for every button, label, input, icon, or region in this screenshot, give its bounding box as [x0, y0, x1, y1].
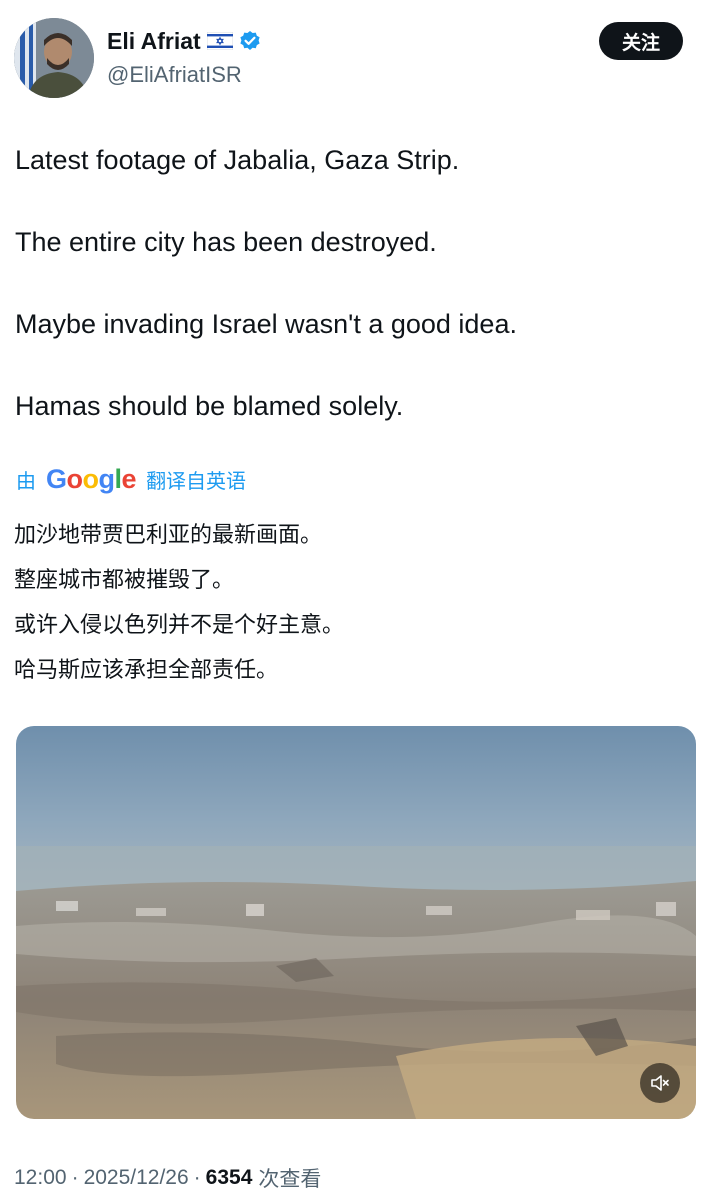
translate-suffix: 翻译自英语	[146, 470, 247, 493]
author-name-row: Eli Afriat	[107, 26, 261, 56]
translated-by-google[interactable]: 由 Google 翻译自英语	[16, 463, 246, 495]
author-name[interactable]: Eli Afriat	[107, 28, 201, 55]
avatar[interactable]	[14, 18, 94, 98]
tweet-text: Latest footage of Jabalia, Gaza Strip. T…	[15, 140, 695, 468]
translated-text-line: 整座城市都被摧毁了。	[14, 567, 235, 592]
google-logo: Google	[46, 464, 137, 494]
tweet-text-line: The entire city has been destroyed.	[15, 227, 437, 257]
video-frame	[16, 726, 696, 1119]
views-count: 6354	[205, 1166, 253, 1189]
tweet-text-line: Latest footage of Jabalia, Gaza Strip.	[15, 145, 460, 175]
follow-button[interactable]: 关注	[599, 22, 683, 60]
tweet-meta: 12:00 · 2025/12/26 · 6354 次查看	[14, 1162, 321, 1194]
tweet-date[interactable]: 2025/12/26	[84, 1166, 189, 1190]
israel-flag-icon	[206, 31, 234, 51]
translated-text-line: 哈马斯应该承担全部责任。	[14, 657, 279, 682]
muted-speaker-icon[interactable]	[640, 1063, 680, 1103]
meta-separator: ·	[71, 1166, 79, 1189]
video-player[interactable]	[16, 726, 696, 1119]
translated-text-line: 加沙地带贾巴利亚的最新画面。	[14, 522, 323, 547]
verified-badge-icon	[239, 30, 261, 52]
translate-prefix: 由	[16, 470, 36, 493]
tweet-header: Eli Afriat @EliAfriatISR 关注	[0, 0, 711, 100]
author-handle[interactable]: @EliAfriatISR	[107, 62, 242, 88]
tweet-time[interactable]: 12:00	[14, 1166, 67, 1190]
translated-text-line: 或许入侵以色列并不是个好主意。	[14, 612, 345, 637]
tweet-text-line: Hamas should be blamed solely.	[15, 391, 404, 421]
meta-separator: ·	[193, 1166, 201, 1189]
translated-text: 加沙地带贾巴利亚的最新画面。 整座城市都被摧毁了。 或许入侵以色列并不是个好主意…	[14, 520, 694, 700]
tweet-text-line: Maybe invading Israel wasn't a good idea…	[15, 309, 517, 339]
views-label: 次查看	[258, 1168, 322, 1191]
